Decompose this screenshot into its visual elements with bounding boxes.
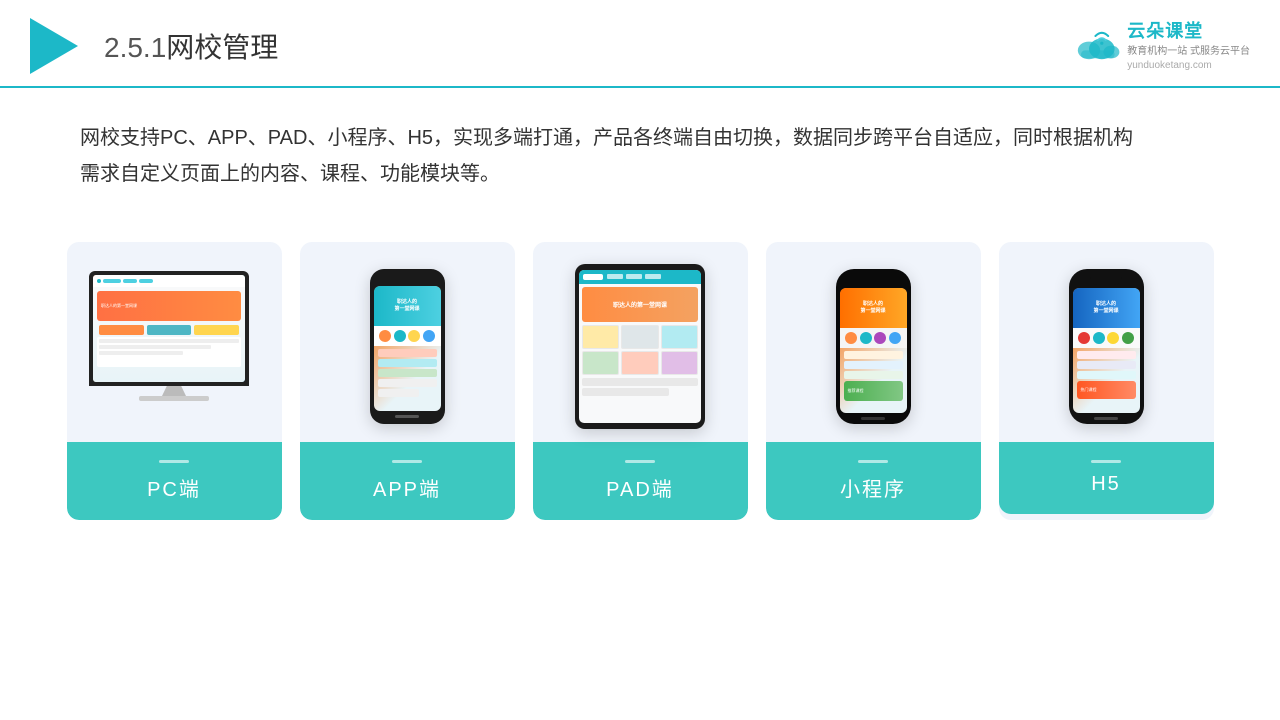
brand-logo: 云朵课堂 教育机构一站 式服务云平台 yunduoketang.com xyxy=(1073,19,1250,72)
card-pad-label: PAD端 xyxy=(533,442,748,520)
card-miniapp-label: 小程序 xyxy=(766,442,981,520)
card-h5-label: H5 xyxy=(999,442,1214,514)
header: 2.5.1网校管理 云朵课堂 教育机构一站 式服务云平台 yunduoketan… xyxy=(0,0,1280,88)
phone-mockup-app: 职达人的第一堂网课 xyxy=(370,269,445,424)
description-text: 网校支持PC、APP、PAD、小程序、H5，实现多端打通，产品各终端自由切换，数… xyxy=(0,88,1280,212)
card-app: 职达人的第一堂网课 xyxy=(300,242,515,520)
logo-triangle-icon xyxy=(30,18,78,74)
card-pad-image: 职达人的第一堂网课 xyxy=(533,242,748,442)
card-miniapp: 职达人的第一堂网课 推荐课程 xyxy=(766,242,981,520)
card-h5-image: 职达人的第一堂网课 热门课程 xyxy=(999,242,1214,442)
cards-section: 职达人的第一堂网课 xyxy=(0,222,1280,520)
card-miniapp-image: 职达人的第一堂网课 推荐课程 xyxy=(766,242,981,442)
tablet-mockup: 职达人的第一堂网课 xyxy=(575,264,705,429)
header-left: 2.5.1网校管理 xyxy=(30,18,278,74)
phone-mockup-miniapp: 职达人的第一堂网课 推荐课程 xyxy=(836,269,911,424)
header-right: 云朵课堂 教育机构一站 式服务云平台 yunduoketang.com xyxy=(1073,19,1250,72)
cloud-icon xyxy=(1073,28,1121,64)
card-app-label: APP端 xyxy=(300,442,515,520)
card-pc: 职达人的第一堂网课 xyxy=(67,242,282,520)
card-pc-image: 职达人的第一堂网课 xyxy=(67,242,282,442)
pc-mockup: 职达人的第一堂网课 xyxy=(89,271,259,421)
card-pad: 职达人的第一堂网课 xyxy=(533,242,748,520)
brand-text: 云朵课堂 教育机构一站 式服务云平台 yunduoketang.com xyxy=(1127,19,1250,72)
page-title: 2.5.1网校管理 xyxy=(104,26,278,66)
card-h5: 职达人的第一堂网课 热门课程 xyxy=(999,242,1214,520)
card-pc-label: PC端 xyxy=(67,442,282,520)
card-app-image: 职达人的第一堂网课 xyxy=(300,242,515,442)
phone-mockup-h5: 职达人的第一堂网课 热门课程 xyxy=(1069,269,1144,424)
